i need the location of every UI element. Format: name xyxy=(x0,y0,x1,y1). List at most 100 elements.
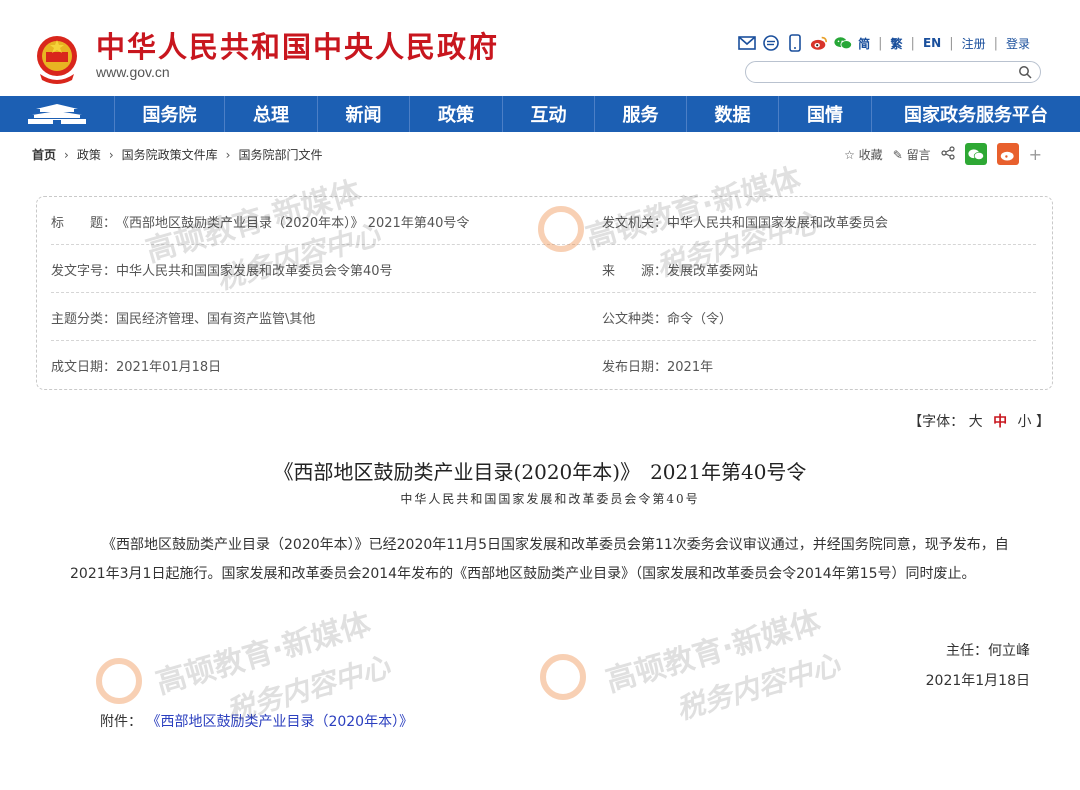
pencil-icon: ✎ xyxy=(892,147,903,162)
message-icon[interactable] xyxy=(762,34,780,52)
meta-issuer-label: 发文机关： xyxy=(602,215,668,231)
national-emblem-icon[interactable] xyxy=(34,34,80,84)
meta-genre-value: 命令（令） xyxy=(667,311,733,327)
attachment-label: 附件： xyxy=(100,714,142,730)
header-tools: 简 | 繁 | EN | 注册 | 登录 xyxy=(738,34,1030,52)
font-size-small[interactable]: 小 xyxy=(1018,414,1032,430)
font-size-prefix: 【字体： xyxy=(908,414,965,430)
separator: | xyxy=(878,35,883,51)
meta-title: 标 题： 《西部地区鼓励类产业目录（2020年本）》 2021年第40号令 xyxy=(51,197,469,245)
comment-button[interactable]: ✎ 留言 xyxy=(893,146,931,163)
nav-item-news[interactable]: 新闻 xyxy=(318,96,410,132)
star-icon: ☆ xyxy=(844,147,855,162)
meta-source-value: 发展改革委网站 xyxy=(667,263,759,279)
lang-traditional-link[interactable]: 繁 xyxy=(891,35,903,52)
tiananmen-home-icon xyxy=(28,104,86,124)
plus-icon[interactable]: + xyxy=(1029,145,1042,164)
site-title[interactable]: 中华人民共和国中央人民政府 xyxy=(96,30,499,64)
site-header: 中华人民共和国中央人民政府 www.gov.cn 简 | 繁 | EN | 注册… xyxy=(0,0,1080,96)
meta-pubdate-label: 发布日期： xyxy=(602,359,668,375)
watermark-line1: 高顿教育·新媒体 xyxy=(152,606,375,702)
wechat-icon[interactable] xyxy=(834,34,853,52)
separator: | xyxy=(993,35,998,51)
meta-source-label: 来 源： xyxy=(602,263,668,279)
page-actions: ☆ 收藏 ✎ 留言 + xyxy=(844,143,1042,165)
watermark-logo-icon xyxy=(540,654,586,700)
chevron-right-icon: › xyxy=(64,147,69,162)
lang-english-link[interactable]: EN xyxy=(923,36,941,50)
meta-pubdate: 发布日期： 2021年 xyxy=(602,341,713,389)
breadcrumb-home[interactable]: 首页 xyxy=(32,146,56,163)
watermark-line2: 税务内容中心 xyxy=(672,648,844,727)
share-weibo-button[interactable] xyxy=(996,143,1019,165)
wechat-icon xyxy=(967,148,984,160)
document-title: 《西部地区鼓励类产业目录(2020年本)》 2021年第40号令 xyxy=(273,460,807,484)
document-body: 《西部地区鼓励类产业目录（2020年本）》已经2020年11月5日国家发展和改革… xyxy=(70,537,1009,582)
watermark: 高顿教育·新媒体 税务内容中心 xyxy=(600,595,844,744)
meta-docno: 发文字号： 中华人民共和国国家发展和改革委员会令第40号 xyxy=(51,245,393,293)
weibo-icon xyxy=(1000,151,1014,160)
nav-item-services[interactable]: 服务 xyxy=(595,96,687,132)
login-link[interactable]: 登录 xyxy=(1006,35,1030,52)
main-nav: 国务院 总理 新闻 政策 互动 服务 数据 国情 国家政务服务平台 xyxy=(0,96,1080,132)
document-signature: 主任：何立峰 2021年1月18日 xyxy=(926,636,1030,696)
meta-date: 成文日期： 2021年01月18日 xyxy=(51,341,221,389)
breadcrumb-policy[interactable]: 政策 xyxy=(77,146,101,163)
signature-date: 2021年1月18日 xyxy=(925,673,1030,689)
favorite-button[interactable]: ☆ 收藏 xyxy=(844,146,883,163)
chevron-right-icon: › xyxy=(225,147,231,162)
meta-title-value: 《西部地区鼓励类产业目录（2020年本）》 2021年第40号令 xyxy=(116,215,470,231)
weibo-icon[interactable] xyxy=(810,34,828,52)
document-subtitle: 中华人民共和国国家发展和改革委员会令第40号 xyxy=(400,492,700,506)
meta-docno-label: 发文字号： xyxy=(51,263,117,279)
attachment: 附件： 《西部地区鼓励类产业目录（2020年本）》 xyxy=(100,711,413,731)
meta-genre: 公文种类： 命令（令） xyxy=(602,293,732,341)
document-meta-box: 标 题： 《西部地区鼓励类产业目录（2020年本）》 2021年第40号令 发文… xyxy=(36,196,1053,390)
mobile-icon[interactable] xyxy=(786,34,804,52)
meta-pubdate-value: 2021年 xyxy=(667,359,714,375)
mail-icon[interactable] xyxy=(738,34,756,52)
separator: | xyxy=(949,35,954,51)
meta-row: 标 题： 《西部地区鼓励类产业目录（2020年本）》 2021年第40号令 发文… xyxy=(51,197,1036,245)
lang-simplified-link[interactable]: 简 xyxy=(858,35,870,52)
meta-row: 成文日期： 2021年01月18日 发布日期： 2021年 xyxy=(51,341,1036,389)
nav-item-interaction[interactable]: 互动 xyxy=(503,96,595,132)
nav-item-state-council[interactable]: 国务院 xyxy=(115,96,225,132)
meta-genre-label: 公文种类： xyxy=(602,311,668,327)
breadcrumb-department-docs[interactable]: 国务院部门文件 xyxy=(238,146,322,163)
nav-home[interactable] xyxy=(0,96,115,132)
search-input[interactable] xyxy=(746,63,1006,83)
share-wechat-button[interactable] xyxy=(964,143,987,165)
meta-topic: 主题分类： 国民经济管理、国有资产监管\其他 xyxy=(51,293,315,341)
meta-date-value: 2021年01月18日 xyxy=(116,359,222,375)
register-link[interactable]: 注册 xyxy=(962,35,986,52)
meta-date-label: 成文日期： xyxy=(51,359,117,375)
chevron-right-icon: › xyxy=(108,147,114,162)
meta-docno-value: 中华人民共和国国家发展和改革委员会令第40号 xyxy=(116,263,393,279)
site-url: www.gov.cn xyxy=(96,64,170,80)
font-size-medium[interactable]: 中 xyxy=(993,414,1007,430)
meta-issuer: 发文机关： 中华人民共和国国家发展和改革委员会 xyxy=(602,197,888,245)
watermark-logo-icon xyxy=(96,658,142,704)
share-icon[interactable] xyxy=(940,145,955,163)
separator: | xyxy=(910,35,915,51)
search-icon[interactable] xyxy=(1018,65,1032,79)
nav-item-premier[interactable]: 总理 xyxy=(225,96,318,132)
nav-item-service-platform[interactable]: 国家政务服务平台 xyxy=(872,96,1080,132)
meta-topic-value: 国民经济管理、国有资产监管\其他 xyxy=(116,311,316,327)
font-size-switcher: 【字体： 大 中 小 】 xyxy=(908,411,1050,431)
nav-item-policy[interactable]: 政策 xyxy=(410,96,503,132)
meta-title-label: 标 题： xyxy=(51,215,117,231)
breadcrumb-policy-library[interactable]: 国务院政策文件库 xyxy=(122,146,218,163)
comment-label: 留言 xyxy=(906,147,931,162)
attachment-link[interactable]: 《西部地区鼓励类产业目录（2020年本）》 xyxy=(146,714,413,730)
meta-topic-label: 主题分类： xyxy=(51,311,117,327)
font-size-large[interactable]: 大 xyxy=(969,414,983,430)
meta-issuer-value: 中华人民共和国国家发展和改革委员会 xyxy=(667,215,889,231)
meta-row: 主题分类： 国民经济管理、国有资产监管\其他 公文种类： 命令（令） xyxy=(51,293,1036,341)
signature-name: 主任：何立峰 xyxy=(946,643,1030,659)
breadcrumb: 首页 › 政策 › 国务院政策文件库 › 国务院部门文件 xyxy=(32,146,323,163)
nav-item-data[interactable]: 数据 xyxy=(687,96,779,132)
meta-row: 发文字号： 中华人民共和国国家发展和改革委员会令第40号 来 源： 发展改革委网… xyxy=(51,245,1036,293)
nav-item-national-info[interactable]: 国情 xyxy=(779,96,872,132)
